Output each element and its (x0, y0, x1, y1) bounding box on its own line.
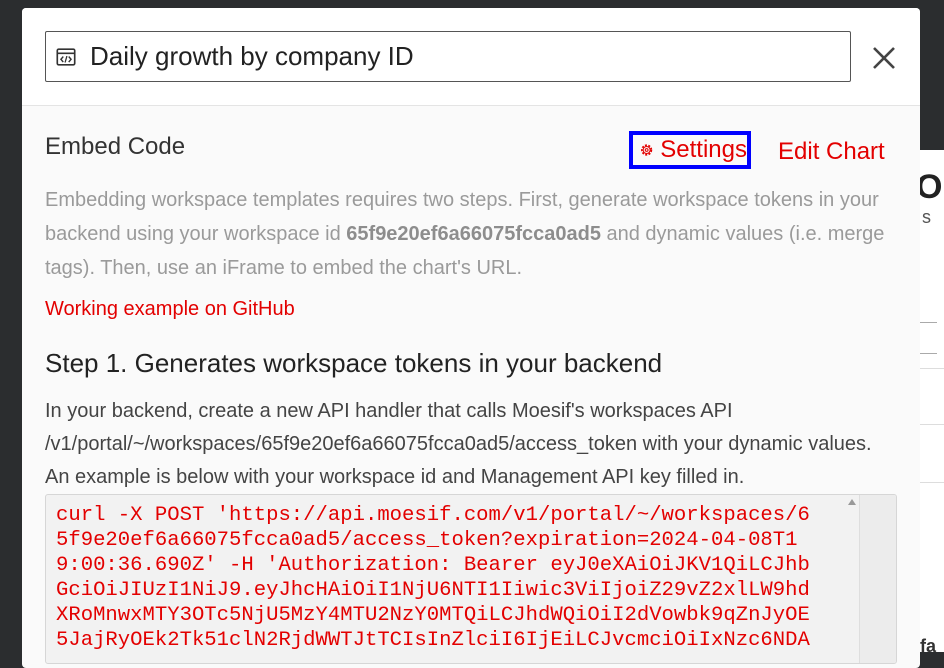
modal-header: Daily growth by company ID (22, 8, 920, 106)
edit-chart-link[interactable]: Edit Chart (778, 138, 885, 166)
embed-modal: Daily growth by company ID Embed Code Se… (22, 8, 920, 668)
code-line: XRoMnwxMTY3OTc5NjU5MzY4MTU2NzY0MTQiLCJhd… (56, 604, 810, 627)
code-block[interactable]: curl -X POST 'https://api.moesif.com/v1/… (45, 494, 897, 664)
settings-label: Settings (660, 136, 747, 163)
code-line: 5JajRyOEk2Tk51clN2RjdWWTJtTCIsInZlciI6Ij… (56, 629, 810, 652)
settings-button[interactable]: Settings (629, 131, 751, 169)
step1-title: Step 1. Generates workspace tokens in yo… (45, 348, 663, 378)
close-icon (873, 47, 895, 69)
code-scrollbar[interactable] (859, 495, 896, 663)
code-line: 5f9e20ef6a66075fcca0ad5/access_token?exp… (56, 529, 798, 552)
code-line: 9:00:36.690Z' -H 'Authorization: Bearer … (56, 554, 810, 577)
gear-icon (641, 144, 653, 156)
scroll-up-arrow[interactable] (846, 497, 858, 507)
github-example-link[interactable]: Working example on GitHub (45, 298, 295, 321)
workspace-id: 65f9e20ef6a66075fcca0ad5 (346, 223, 601, 245)
embed-description: Embedding workspace templates requires t… (45, 183, 897, 285)
curl-code[interactable]: curl -X POST 'https://api.moesif.com/v1/… (56, 503, 836, 653)
background-subheading-fragment: s (922, 207, 931, 227)
close-button[interactable] (868, 42, 900, 74)
embed-code-label: Embed Code (45, 133, 186, 160)
embed-code-icon (56, 47, 76, 66)
background-text-fragment: fa (920, 636, 937, 656)
code-line: curl -X POST 'https://api.moesif.com/v1/… (56, 504, 810, 527)
caret-up-icon (848, 499, 856, 505)
chart-title-input[interactable]: Daily growth by company ID (45, 31, 851, 82)
code-line: GciOiJIUzI1NiJ9.eyJhcHAiOiI1NjU6NTI1Iiwi… (56, 579, 810, 602)
chart-title-text: Daily growth by company ID (90, 41, 414, 71)
step1-description: In your backend, create a new API handle… (45, 400, 872, 488)
